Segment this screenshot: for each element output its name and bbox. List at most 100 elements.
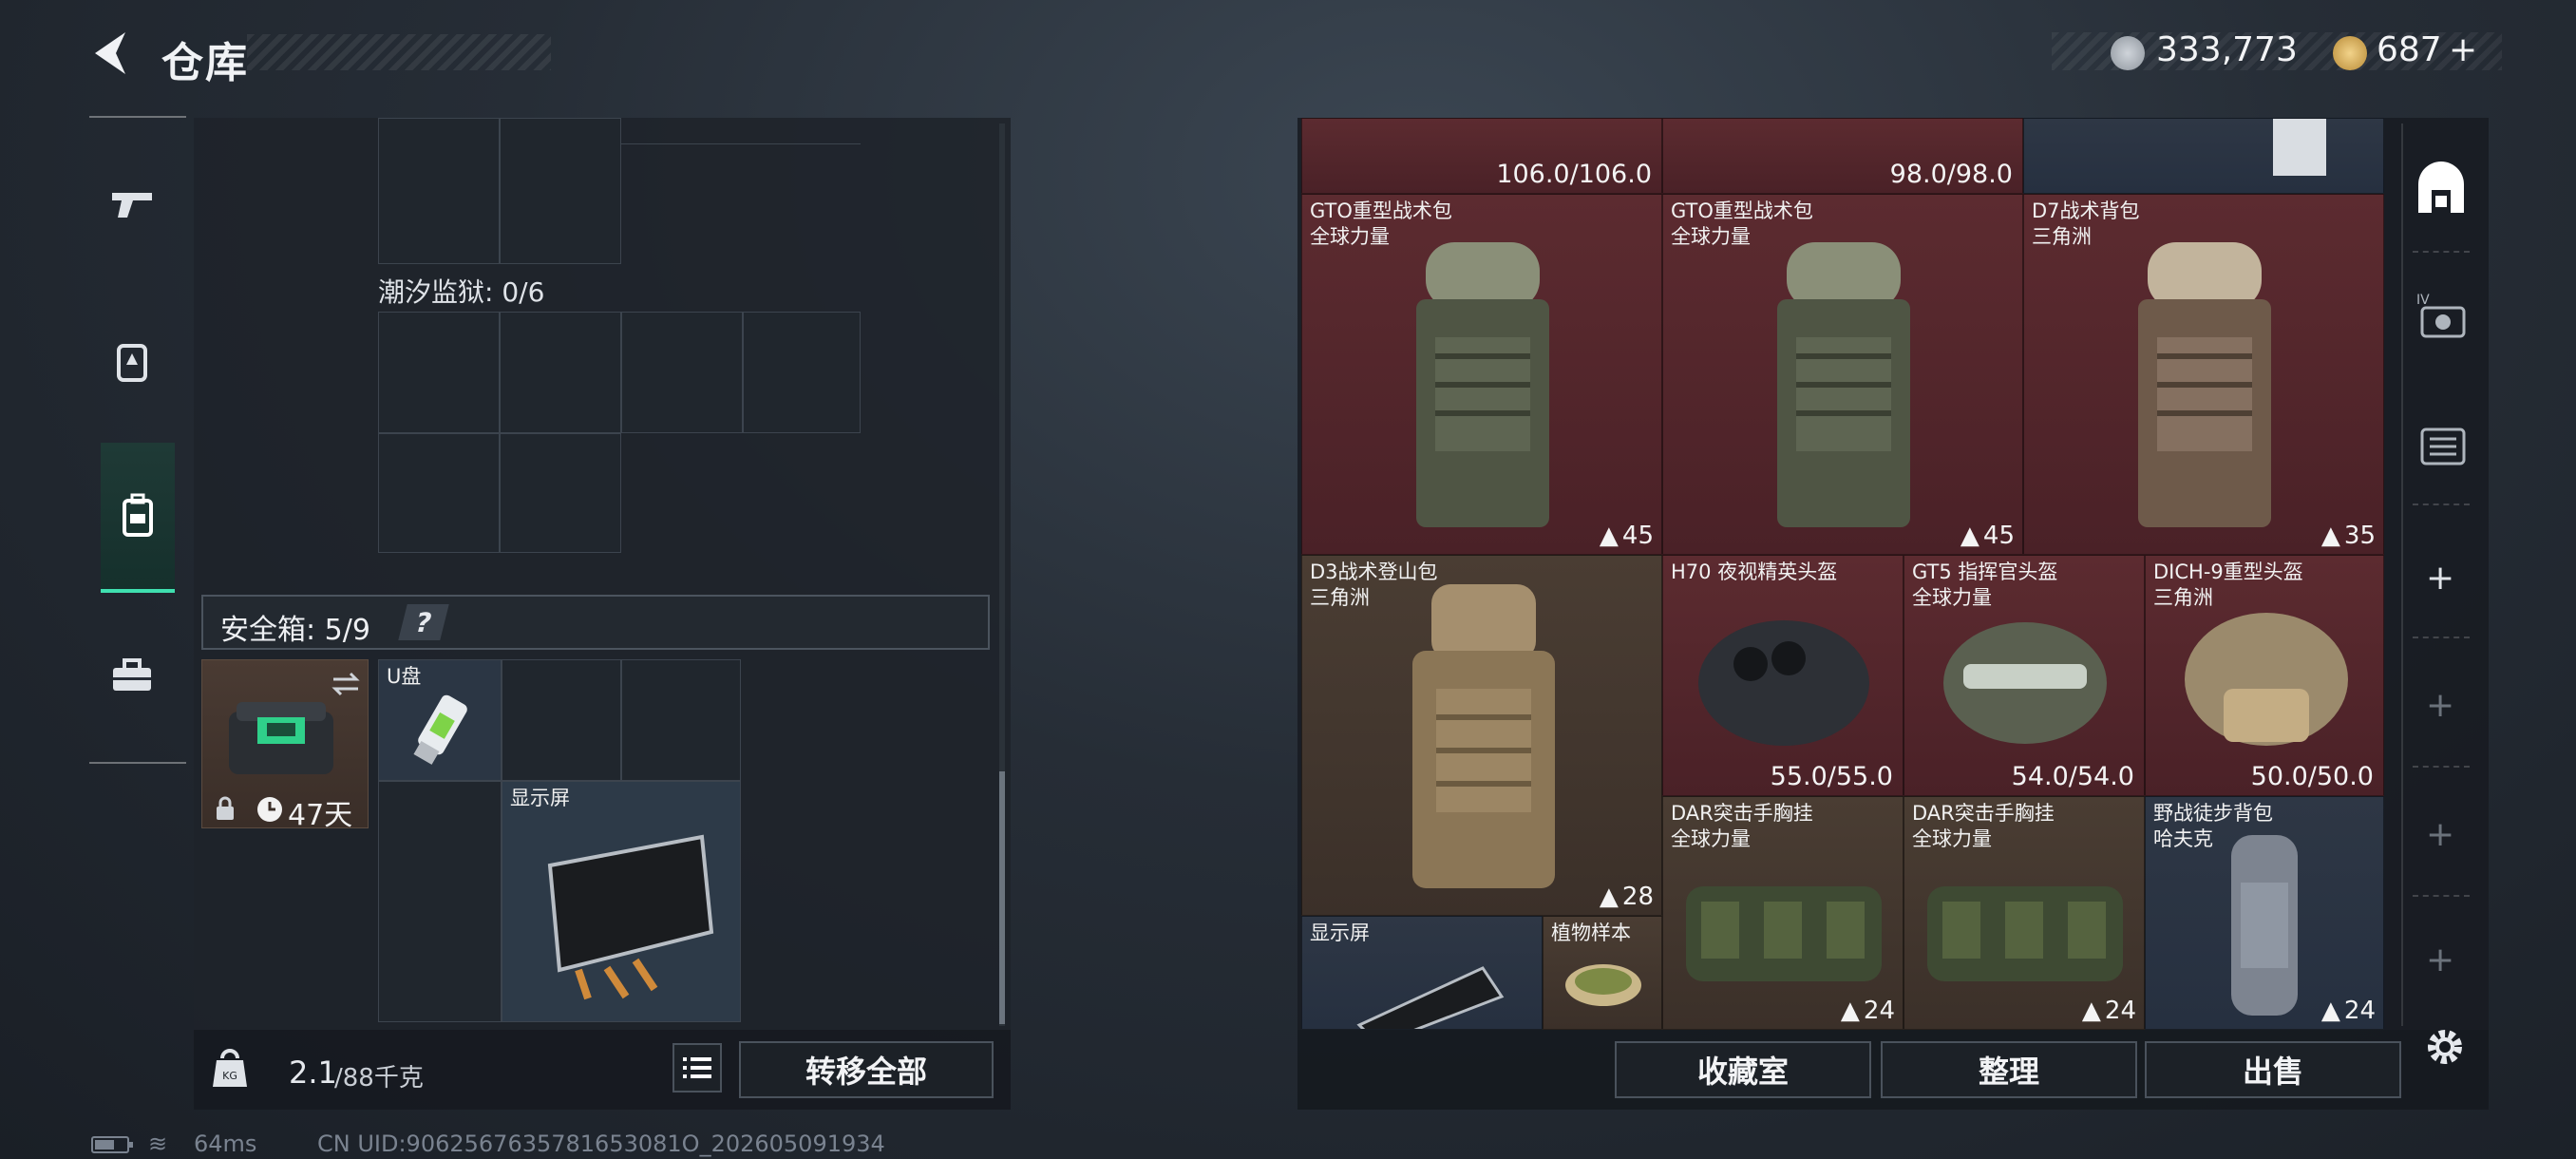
add-gold-button[interactable]: + [2449,30,2477,69]
list-icon [683,1057,711,1078]
collection-room-button[interactable]: 收藏室 [1615,1041,1871,1098]
nav-toolbox[interactable] [89,623,175,728]
scrollbar-thumb[interactable] [999,771,1005,1024]
helmet-image [1943,622,2107,744]
grid-slot[interactable] [378,781,502,1022]
stash-item[interactable]: DICH-9重型头盔 三角洲 50.0/50.0 [2145,555,2384,796]
list-view-button[interactable] [672,1043,722,1092]
lock-icon [217,796,234,820]
grid-slot[interactable] [500,118,621,264]
gold-amount: 687 [2377,30,2442,69]
safe-case-slot[interactable]: 47天 [201,659,369,832]
page-title: 仓库 [161,39,249,87]
item-thumbnail [2273,119,2326,176]
grid-slot[interactable] [743,312,861,433]
stash-item[interactable] [2023,118,2384,194]
stash-tab-5[interactable] [2416,418,2470,471]
help-label: ? [411,606,436,638]
stash-item[interactable]: 植物样本 [1543,916,1662,1030]
stash-item[interactable]: 显示屏 [1301,916,1543,1030]
item-name: 植物样本 [1551,922,1631,944]
stash-item[interactable]: 98.0/98.0 [1662,118,2023,194]
monitor-image [1356,966,1505,1029]
usb-drive-image [413,694,467,765]
swap-icon [331,672,360,696]
item-durability: 98.0/98.0 [1889,160,2013,189]
pistol-icon [112,193,152,218]
tab-separator [2413,504,2470,505]
stash-tab-4[interactable]: IV [2416,289,2470,342]
item-name: DAR突击手胸挂 全球力量 [1671,802,1813,850]
backpack-image [1777,242,1910,527]
nav-divider [89,762,186,764]
stash-item[interactable]: 106.0/106.0 [1301,118,1662,194]
tab-separator [2413,895,2470,897]
backpack-image [2231,835,2298,1016]
stash-item[interactable]: GTO重型战术包 全球力量 ▲ 45 [1662,194,2023,555]
tab-separator [2413,766,2470,768]
chest-rig-image [1927,886,2123,981]
settings-button[interactable] [2422,1024,2468,1070]
nav-equipment[interactable] [89,310,175,414]
item-name: H70 夜视精英头盔 [1671,560,1838,583]
stash-item[interactable]: D7战术背包 三角洲 ▲ 35 [2023,194,2384,555]
grid-slot[interactable] [500,312,621,433]
grid-slot[interactable] [378,312,500,433]
nav-divider [89,116,186,118]
monitor-image [547,834,714,1000]
grid-edge [621,118,861,144]
organize-button[interactable]: 整理 [1881,1041,2137,1098]
item-count: ▲ 24 [2320,997,2376,1025]
uid-text: CN UID:9062567635781653081O_202605091934 [317,1130,885,1157]
armor-case-icon: IV [2416,293,2466,338]
side-divider [2401,124,2403,1026]
weight-icon: ▲ [1840,997,1860,1025]
sell-button[interactable]: 出售 [2145,1041,2401,1098]
grid-slot[interactable] [621,659,741,781]
case-icon [2420,428,2466,466]
backpack-icon [123,493,153,537]
grid-slot[interactable] [378,433,500,553]
add-stash-tab-button[interactable]: + [2426,559,2454,598]
stash-item[interactable]: 野战徒步背包 哈夫克 ▲ 24 [2145,796,2384,1030]
item-name: 显示屏 [510,787,570,809]
weight-max: /88千克 [334,1064,424,1092]
back-button[interactable] [87,28,133,78]
stash-item[interactable]: DAR突击手胸挂 全球力量 ▲ 24 [1904,796,2145,1030]
grid-slot[interactable] [500,433,621,553]
nav-backpack[interactable] [101,443,175,593]
grid-slot[interactable] [502,659,621,781]
stash-item[interactable]: GT5 指挥官头盔 全球力量 54.0/54.0 [1904,555,2145,796]
toolbox-icon [113,658,151,691]
item-usb[interactable]: U盘 [378,659,502,781]
stash-tab-main[interactable] [2413,162,2470,218]
gear-icon [2428,1030,2462,1064]
stash-item[interactable]: DAR突击手胸挂 全球力量 ▲ 24 [1662,796,1904,1030]
nav-weapons[interactable] [89,152,175,256]
helmet-image [1698,620,1869,746]
item-durability: 54.0/54.0 [2011,762,2134,791]
grid-slot[interactable] [378,118,500,264]
helmet-image [2185,613,2348,746]
item-durability: 55.0/55.0 [1770,762,1893,791]
grid-slot[interactable] [621,312,743,433]
item-name: DAR突击手胸挂 全球力量 [1912,802,2055,850]
item-name: 显示屏 [1310,922,1370,944]
add-stash-tab-button[interactable]: + [2426,686,2454,725]
safe-case-days: 47天 [288,799,353,832]
stash-item[interactable]: GTO重型战术包 全球力量 ▲ 45 [1301,194,1662,555]
add-stash-tab-button[interactable]: + [2426,815,2454,854]
stash-item[interactable]: D3战术登山包 三角洲 ▲ 28 [1301,555,1662,916]
back-arrow-icon [95,32,125,74]
home-icon [2418,162,2464,213]
item-monitor[interactable]: 显示屏 [502,781,741,1022]
plant-sample-image [1565,964,1641,1006]
chest-rig-image [1686,886,1882,981]
transfer-all-button[interactable]: 转移全部 [739,1041,994,1098]
stash-item[interactable]: H70 夜视精英头盔 55.0/55.0 [1662,555,1904,796]
silver-coin-icon [2111,36,2145,70]
item-count: ▲ 24 [2081,997,2136,1025]
add-stash-tab-button[interactable]: + [2426,940,2454,979]
item-name: U盘 [387,665,422,688]
item-durability: 50.0/50.0 [2250,762,2374,791]
